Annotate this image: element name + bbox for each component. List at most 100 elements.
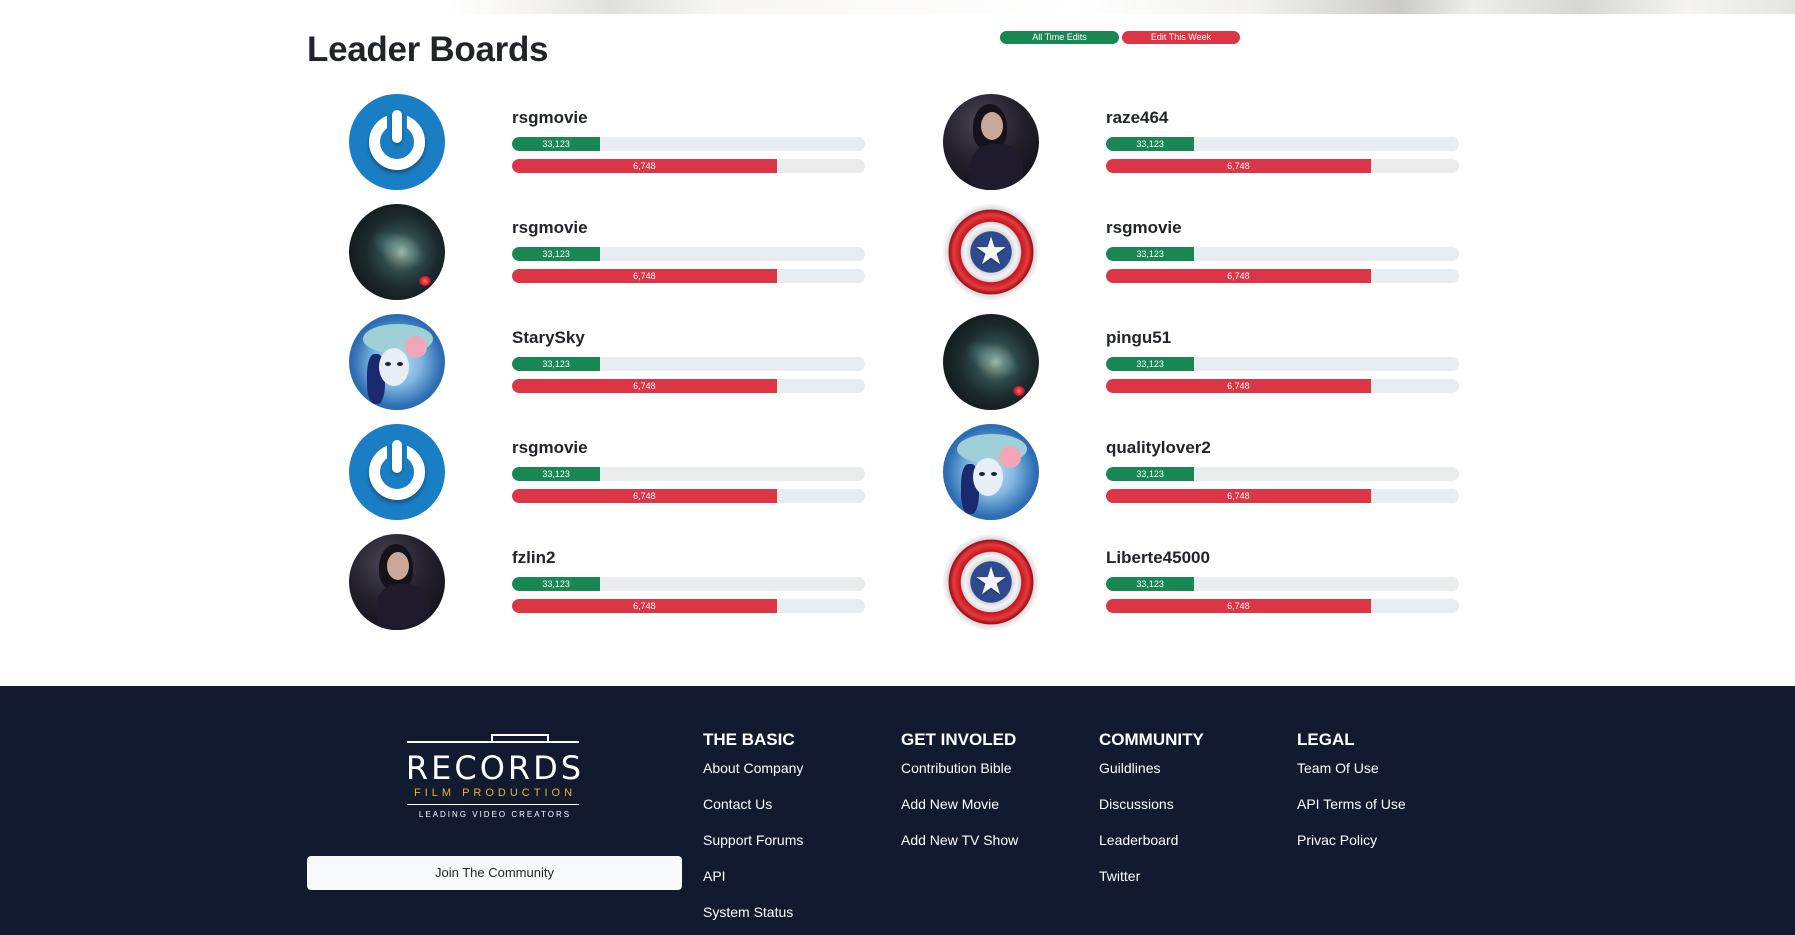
leaderboard-entry[interactable]: ★ rsgmovie 33,123 6,748 <box>943 204 1463 304</box>
footer-heading: LEGAL <box>1297 730 1355 749</box>
footer-column-legal: LEGAL Team Of Use API Terms of Use Priva… <box>1297 730 1406 866</box>
all-time-edits-bar-track: 33,123 <box>512 357 865 371</box>
weekly-edits-bar-track: 6,748 <box>512 159 865 173</box>
weekly-edits-bar: 6,748 <box>1106 159 1371 173</box>
header-banner-strip <box>0 0 1795 14</box>
all-time-edits-bar-track: 33,123 <box>1106 577 1459 591</box>
art-eye <box>979 472 985 476</box>
footer-link-privacy[interactable]: Privac Policy <box>1297 830 1406 866</box>
all-time-edits-bar: 33,123 <box>512 577 601 591</box>
all-time-edits-bar-track: 33,123 <box>1106 247 1459 261</box>
art-rose <box>405 336 427 358</box>
avatar[interactable] <box>349 534 445 630</box>
footer-link-twitter[interactable]: Twitter <box>1099 866 1204 902</box>
username[interactable]: rsgmovie <box>512 438 588 458</box>
leaderboard-entry[interactable]: rsgmovie 33,123 6,748 <box>349 94 869 194</box>
avatar[interactable]: ★ <box>943 204 1039 300</box>
leaderboard-entry[interactable]: pingu51 33,123 6,748 <box>943 314 1463 414</box>
all-time-edits-bar-track: 33,123 <box>512 137 865 151</box>
all-time-edits-bar-track: 33,123 <box>1106 467 1459 481</box>
leaderboard-entry[interactable]: rsgmovie 33,123 6,748 <box>349 204 869 304</box>
footer-link-add-movie[interactable]: Add New Movie <box>901 794 1018 830</box>
footer-column-community: COMMUNITY Guildlines Discussions Leaderb… <box>1099 730 1204 902</box>
logo-wordmark: RECORDS <box>405 749 585 787</box>
portrait-face <box>981 112 1003 140</box>
all-time-edits-bar-track: 33,123 <box>1106 357 1459 371</box>
username[interactable]: fzlin2 <box>512 548 555 568</box>
edit-this-week-button[interactable]: Edit This Week <box>1122 31 1240 44</box>
footer-link-leaderboard[interactable]: Leaderboard <box>1099 830 1204 866</box>
weekly-edits-bar: 6,748 <box>1106 269 1371 283</box>
username[interactable]: rsgmovie <box>512 108 588 128</box>
footer <box>0 686 1795 935</box>
username[interactable]: Liberte45000 <box>1106 548 1210 568</box>
weekly-edits-bar: 6,748 <box>512 159 777 173</box>
weekly-edits-bar-track: 6,748 <box>512 489 865 503</box>
nebula-streak <box>959 332 1027 386</box>
join-community-button[interactable]: Join The Community <box>307 856 682 890</box>
leaderboard-entry[interactable]: fzlin2 33,123 6,748 <box>349 534 869 634</box>
all-time-edits-bar: 33,123 <box>1106 137 1195 151</box>
weekly-edits-bar: 6,748 <box>1106 489 1371 503</box>
footer-column-basic: THE BASIC About Company Contact Us Suppo… <box>703 730 803 935</box>
portrait-body <box>971 144 1023 190</box>
all-time-edits-bar: 33,123 <box>1106 467 1195 481</box>
all-time-edits-bar: 33,123 <box>512 467 601 481</box>
footer-link-bible[interactable]: Contribution Bible <box>901 758 1018 794</box>
weekly-edits-bar-track: 6,748 <box>1106 489 1459 503</box>
all-time-edits-bar: 33,123 <box>1106 357 1195 371</box>
weekly-edits-bar: 6,748 <box>512 599 777 613</box>
leaderboard-entry[interactable]: rsgmovie 33,123 6,748 <box>349 424 869 524</box>
footer-link-api[interactable]: API <box>703 866 803 902</box>
leaderboard-entry[interactable]: ★ Liberte45000 33,123 6,748 <box>943 534 1463 634</box>
shield-star: ★ <box>973 561 1009 603</box>
all-time-edits-button[interactable]: All Time Edits <box>1000 31 1119 44</box>
all-time-edits-bar-track: 33,123 <box>512 467 865 481</box>
username[interactable]: raze464 <box>1106 108 1168 128</box>
avatar[interactable] <box>943 314 1039 410</box>
avatar[interactable] <box>943 424 1039 520</box>
page-title: Leader Boards <box>307 30 549 69</box>
username[interactable]: qualitylover2 <box>1106 438 1211 458</box>
weekly-edits-bar-track: 6,748 <box>512 269 865 283</box>
username[interactable]: rsgmovie <box>1106 218 1182 238</box>
weekly-edits-bar: 6,748 <box>1106 599 1371 613</box>
footer-link-about[interactable]: About Company <box>703 758 803 794</box>
leaderboard-entry[interactable]: raze464 33,123 6,748 <box>943 94 1463 194</box>
logo-divider <box>407 804 579 805</box>
footer-link-discussions[interactable]: Discussions <box>1099 794 1204 830</box>
username[interactable]: StarySky <box>512 328 585 348</box>
avatar[interactable]: ★ <box>943 534 1039 630</box>
all-time-edits-bar: 33,123 <box>512 137 601 151</box>
footer-column-involved: GET INVOLED Contribution Bible Add New M… <box>901 730 1018 866</box>
weekly-edits-bar: 6,748 <box>512 489 777 503</box>
nebula-star <box>419 276 431 286</box>
weekly-edits-bar-track: 6,748 <box>1106 599 1459 613</box>
footer-link-support[interactable]: Support Forums <box>703 830 803 866</box>
avatar[interactable] <box>349 314 445 410</box>
leaderboard-entry[interactable]: qualitylover2 33,123 6,748 <box>943 424 1463 524</box>
power-bar <box>392 440 402 473</box>
username[interactable]: rsgmovie <box>512 218 588 238</box>
footer-heading: THE BASIC <box>703 730 795 749</box>
footer-link-guidelines[interactable]: Guildlines <box>1099 758 1204 794</box>
avatar[interactable] <box>349 424 445 520</box>
leaderboard-entry[interactable]: StarySky 33,123 6,748 <box>349 314 869 414</box>
art-face <box>973 458 1003 496</box>
avatar[interactable] <box>943 94 1039 190</box>
all-time-edits-bar-track: 33,123 <box>512 247 865 261</box>
logo-top-line <box>407 741 579 743</box>
logo-subtitle: FILM PRODUCTION <box>413 787 577 799</box>
footer-heading: GET INVOLED <box>901 730 1017 749</box>
footer-link-status[interactable]: System Status <box>703 902 803 935</box>
username[interactable]: pingu51 <box>1106 328 1171 348</box>
footer-link-api-terms[interactable]: API Terms of Use <box>1297 794 1406 830</box>
avatar[interactable] <box>349 204 445 300</box>
records-logo[interactable]: RECORDS FILM PRODUCTION LEADING VIDEO CR… <box>405 733 585 823</box>
power-bar <box>392 110 402 143</box>
avatar[interactable] <box>349 94 445 190</box>
footer-link-add-tv[interactable]: Add New TV Show <box>901 830 1018 866</box>
footer-link-contact[interactable]: Contact Us <box>703 794 803 830</box>
weekly-edits-bar: 6,748 <box>512 379 777 393</box>
footer-link-terms[interactable]: Team Of Use <box>1297 758 1406 794</box>
